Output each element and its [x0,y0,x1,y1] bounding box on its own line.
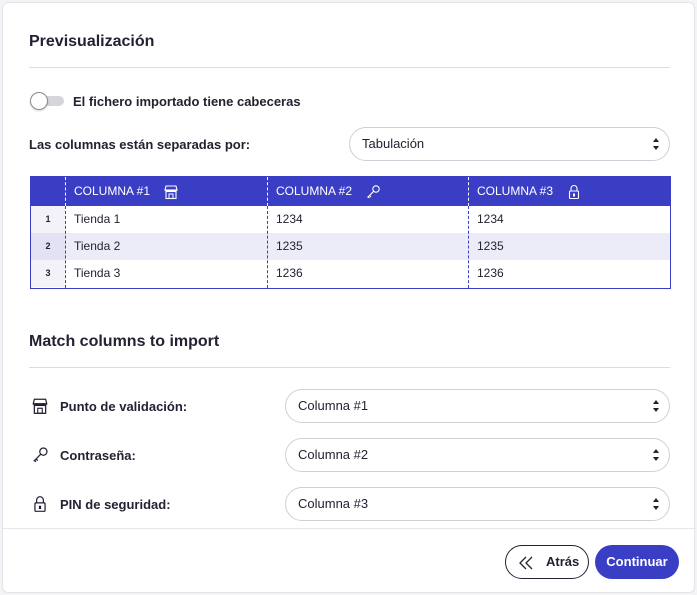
validation-point-select[interactable]: Columna #1 [285,389,670,423]
table-cell: 1234 [276,212,303,226]
row-number: 3 [31,260,65,287]
table-row: 1 Tienda 1 1234 1234 [31,206,670,233]
table-row: 3 Tienda 3 1236 1236 [31,260,670,287]
select-arrows-icon [653,498,659,510]
column-header-label: COLUMNA #2 [276,184,353,198]
row-number: 2 [31,233,65,260]
column-header-1: COLUMNA #1 [74,177,179,206]
header-divider [65,177,66,206]
table-cell: 1235 [276,239,303,253]
continue-button[interactable]: Continuar [595,545,679,579]
column-header-label: COLUMNA #3 [477,184,554,198]
preview-table: COLUMNA #1 COLUMNA #2 COLUMNA #3 1 Tiend… [30,176,671,289]
validation-point-label: Punto de validación: [60,399,188,414]
select-value: Columna #3 [298,496,369,511]
store-icon [32,398,48,414]
toggle-knob [30,92,48,110]
separator-select[interactable]: Tabulación [349,127,670,161]
table-header: COLUMNA #1 COLUMNA #2 COLUMNA #3 [31,177,670,206]
back-button-label: Atrás [546,554,580,569]
table-cell: 1234 [477,212,504,226]
separator-label: Las columnas están separadas por: [29,137,251,152]
column-header-label: COLUMNA #1 [74,184,151,198]
column-header-3: COLUMNA #3 [477,177,582,206]
double-chevron-left-icon [519,556,533,570]
table-cell: Tienda 1 [74,212,121,226]
column-header-2: COLUMNA #2 [276,177,381,206]
key-icon [33,447,48,463]
column-divider [65,206,66,288]
lock-icon [569,184,580,199]
separator-select-value: Tabulación [362,136,425,151]
password-label: Contraseña: [60,448,136,463]
back-button[interactable]: Atrás [505,545,589,579]
select-arrows-icon [653,400,659,412]
footer-divider [3,528,696,529]
preview-title: Previsualización [29,33,155,50]
header-divider [267,177,268,206]
store-icon [164,185,179,199]
import-dialog: Previsualización El fichero importado ti… [2,2,696,593]
headers-toggle-label: El fichero importado tiene cabeceras [73,94,301,109]
security-pin-select[interactable]: Columna #3 [285,487,670,521]
match-divider [29,367,670,368]
select-arrows-icon [653,138,659,150]
headers-toggle[interactable] [30,92,64,110]
table-cell: 1236 [276,266,303,280]
header-divider [468,177,469,206]
table-cell: Tienda 2 [74,239,121,253]
select-value: Columna #2 [298,447,369,462]
select-value: Columna #1 [298,398,369,413]
row-number: 1 [31,206,65,233]
select-arrows-icon [653,449,659,461]
table-cell: 1235 [477,239,504,253]
table-cell: Tienda 3 [74,266,121,280]
password-select[interactable]: Columna #2 [285,438,670,472]
column-divider [468,206,469,288]
match-title: Match columns to import [29,333,220,350]
preview-divider [29,67,670,68]
lock-icon [34,496,46,512]
table-cell: 1236 [477,266,504,280]
security-pin-label: PIN de seguridad: [60,497,171,512]
column-divider [267,206,268,288]
key-icon [367,185,381,199]
table-row: 2 Tienda 2 1235 1235 [31,233,670,260]
